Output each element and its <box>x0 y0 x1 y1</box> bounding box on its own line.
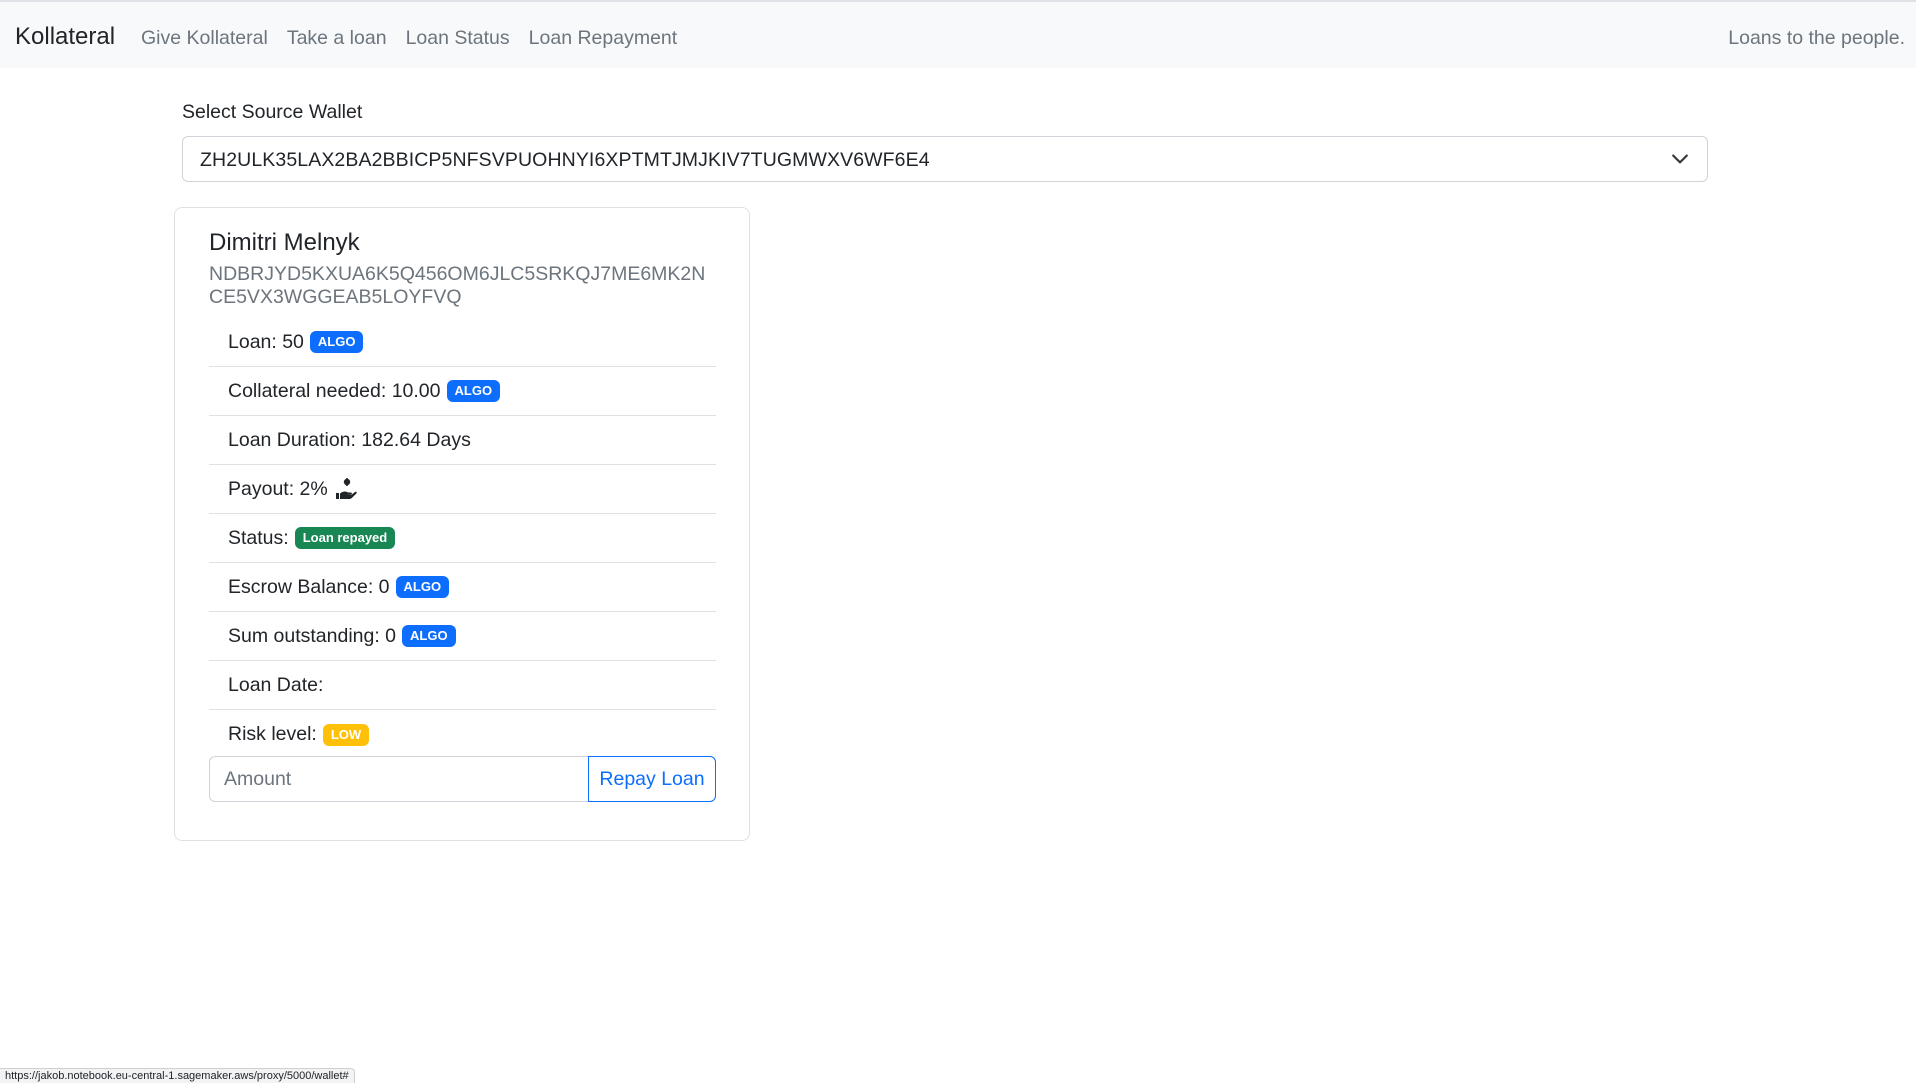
list-item-payout: Payout: 2% <box>209 465 716 514</box>
chevron-down-icon <box>1672 154 1688 164</box>
list-item-status: Status: Loan repayed <box>209 514 716 563</box>
hand-holding-dollar-icon <box>335 478 357 499</box>
list-item-outstanding: Sum outstanding: 0 ALGO <box>209 612 716 661</box>
nav-links: Give Kollateral Take a loan Loan Status … <box>141 27 696 50</box>
navbar: Kollateral Give Kollateral Take a loan L… <box>0 0 1916 68</box>
algo-badge: ALGO <box>309 331 364 353</box>
collateral-text: Collateral needed: 10.00 <box>228 379 441 402</box>
risk-text: Risk level: <box>228 723 317 745</box>
navbar-tagline: Loans to the people. <box>1728 27 1905 49</box>
nav-link-loan-status[interactable]: Loan Status <box>406 27 510 50</box>
wallet-select[interactable]: ZH2ULK35LAX2BA2BBICP5NFSVPUOHNYI6XPTMTJM… <box>182 136 1708 182</box>
borrower-address: NDBRJYD5KXUA6K5Q456OM6JLC5SRKQJ7ME6MK2NC… <box>209 263 706 308</box>
list-item-duration: Loan Duration: 182.64 Days <box>209 416 716 465</box>
loan-card: Dimitri Melnyk NDBRJYD5KXUA6K5Q456OM6JLC… <box>174 207 750 841</box>
loan-amount-text: Loan: 50 <box>228 330 304 353</box>
nav-link-loan-repayment[interactable]: Loan Repayment <box>529 27 678 50</box>
list-item-escrow: Escrow Balance: 0 ALGO <box>209 563 716 612</box>
risk-badge: LOW <box>322 723 370 746</box>
repay-input-group: Repay Loan <box>209 756 716 802</box>
amount-input[interactable] <box>209 756 588 802</box>
escrow-text: Escrow Balance: 0 <box>228 575 390 598</box>
loan-date-text: Loan Date: <box>228 673 324 696</box>
outstanding-text: Sum outstanding: 0 <box>228 624 397 647</box>
wallet-select-value: ZH2ULK35LAX2BA2BBICP5NFSVPUOHNYI6XPTMTJM… <box>200 149 930 171</box>
status-badge: Loan repayed <box>294 527 396 549</box>
algo-badge: ALGO <box>446 380 501 402</box>
nav-link-take-loan[interactable]: Take a loan <box>287 27 387 50</box>
list-item-loan: Loan: 50 ALGO <box>209 318 716 367</box>
list-item-loan-date: Loan Date: <box>209 661 716 710</box>
navbar-brand[interactable]: Kollateral <box>15 23 115 51</box>
payout-text: Payout: 2% <box>228 477 328 500</box>
wallet-select-label: Select Source Wallet <box>182 101 363 123</box>
borrower-name: Dimitri Melnyk <box>209 229 360 256</box>
status-text: Status: <box>228 526 289 549</box>
list-item-risk: Risk level: LOW <box>209 710 716 759</box>
duration-text: Loan Duration: 182.64 Days <box>228 428 471 451</box>
algo-badge: ALGO <box>395 576 450 598</box>
algo-badge: ALGO <box>402 625 456 647</box>
nav-link-give-kollateral[interactable]: Give Kollateral <box>141 27 268 50</box>
status-bar-url: https://jakob.notebook.eu-central-1.sage… <box>0 1068 355 1083</box>
list-item-collateral: Collateral needed: 10.00 ALGO <box>209 367 716 416</box>
loan-details-list: Loan: 50 ALGO Collateral needed: 10.00 A… <box>209 318 716 759</box>
repay-loan-button[interactable]: Repay Loan <box>588 756 716 802</box>
